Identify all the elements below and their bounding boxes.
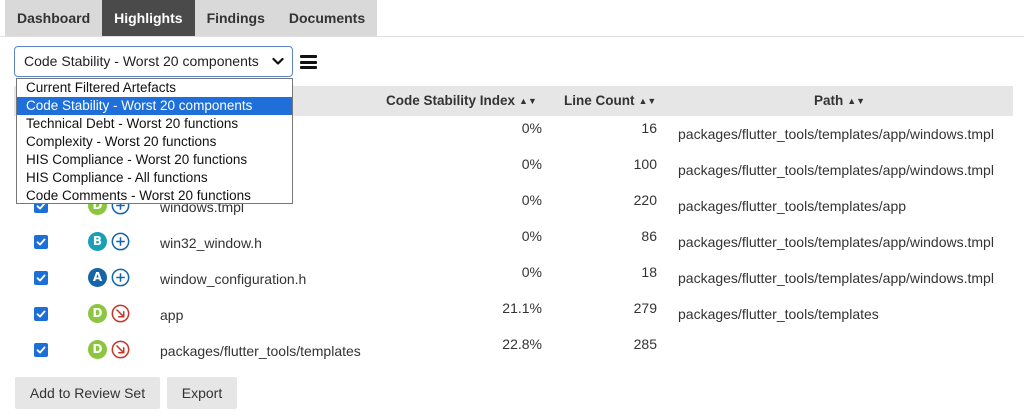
line-count-value: 220 — [633, 192, 657, 208]
column-header-stability[interactable]: Code Stability Index ▲▼ — [386, 86, 537, 116]
rating-badges: A — [88, 268, 132, 288]
artefact-name[interactable]: app — [160, 297, 183, 333]
stability-value: 22.8% — [502, 336, 542, 352]
row-checkbox[interactable] — [34, 235, 48, 249]
rating-badges: B — [88, 232, 132, 252]
stability-value: 0% — [521, 264, 542, 280]
filter-dropdown-list: Current Filtered Artefacts Code Stability… — [16, 78, 293, 204]
dropdown-option[interactable]: Complexity - Worst 20 functions — [17, 133, 292, 151]
tab-bar: Dashboard Highlights Findings Documents — [5, 0, 378, 36]
stability-value: 0% — [521, 156, 542, 172]
rating-badge: D — [88, 304, 107, 323]
dropdown-option[interactable]: Code Stability - Worst 20 components — [17, 97, 292, 115]
line-count-value: 16 — [641, 120, 657, 136]
rating-badge: D — [88, 340, 107, 359]
artefact-name[interactable]: packages/flutter_tools/templates — [160, 333, 361, 369]
export-button[interactable]: Export — [167, 377, 237, 409]
dropdown-option[interactable]: Code Comments - Worst 20 functions — [17, 187, 292, 205]
tab-documents[interactable]: Documents — [276, 0, 378, 36]
path-value: packages/flutter_tools/templates/app/win… — [678, 234, 994, 250]
arrow-down-right-circle-icon — [111, 340, 130, 359]
stability-value: 21.1% — [502, 300, 542, 316]
add-to-review-set-button[interactable]: Add to Review Set — [15, 377, 160, 409]
chevron-down-icon — [272, 57, 284, 65]
path-value: packages/flutter_tools/templates/app/win… — [678, 270, 994, 286]
path-value: packages/flutter_tools/templates/app/win… — [678, 126, 994, 142]
sort-icon: ▲▼ — [519, 96, 537, 106]
arrow-down-right-circle-icon — [111, 304, 130, 323]
row-checkbox[interactable] — [34, 343, 48, 357]
table-row: Bwin32_window.h 0% 86 packages/flutter_tool… — [14, 224, 1013, 260]
hamburger-menu-icon[interactable] — [300, 55, 317, 69]
rating-badges: D — [88, 304, 132, 324]
dropdown-option[interactable]: HIS Compliance - All functions — [17, 169, 292, 187]
tab-highlights[interactable]: Highlights — [102, 0, 195, 36]
row-checkbox[interactable] — [34, 271, 48, 285]
path-value: packages/flutter_tools/templates — [678, 306, 879, 322]
rating-badge: A — [88, 268, 107, 287]
plus-circle-icon — [111, 232, 130, 251]
sort-icon: ▲▼ — [847, 96, 866, 106]
sort-icon: ▲▼ — [638, 96, 657, 106]
line-count-value: 86 — [641, 228, 657, 244]
artefact-name[interactable]: win32_window.h — [160, 225, 262, 261]
rating-badge: B — [88, 232, 107, 251]
tab-divider — [0, 36, 1024, 37]
column-header-path[interactable]: Path ▲▼ — [814, 86, 865, 116]
dropdown-option[interactable]: Current Filtered Artefacts — [17, 79, 292, 97]
line-count-value: 100 — [633, 156, 657, 172]
dropdown-option[interactable]: Technical Debt - Worst 20 functions — [17, 115, 292, 133]
tab-findings[interactable]: Findings — [194, 0, 277, 36]
table-row: Dpackages/flutter_tools/templates 22.8% 28… — [14, 332, 1013, 368]
stability-value: 0% — [521, 120, 542, 136]
line-count-value: 18 — [641, 264, 657, 280]
dropdown-option[interactable]: HIS Compliance - Worst 20 functions — [17, 151, 292, 169]
select-value: Code Stability - Worst 20 components — [24, 53, 259, 69]
highlight-filter-select[interactable]: Code Stability - Worst 20 components — [14, 46, 293, 77]
stability-value: 0% — [521, 228, 542, 244]
path-value: packages/flutter_tools/templates/app — [678, 198, 907, 214]
artefact-name[interactable]: window_configuration.h — [160, 261, 306, 297]
rating-badges: D — [88, 340, 132, 360]
stability-value: 0% — [521, 192, 542, 208]
row-checkbox[interactable] — [34, 307, 48, 321]
path-value: packages/flutter_tools/templates/app/win… — [678, 162, 994, 178]
line-count-value: 285 — [633, 336, 657, 352]
tab-dashboard[interactable]: Dashboard — [5, 0, 103, 36]
line-count-value: 279 — [633, 300, 657, 316]
plus-circle-icon — [111, 268, 130, 287]
